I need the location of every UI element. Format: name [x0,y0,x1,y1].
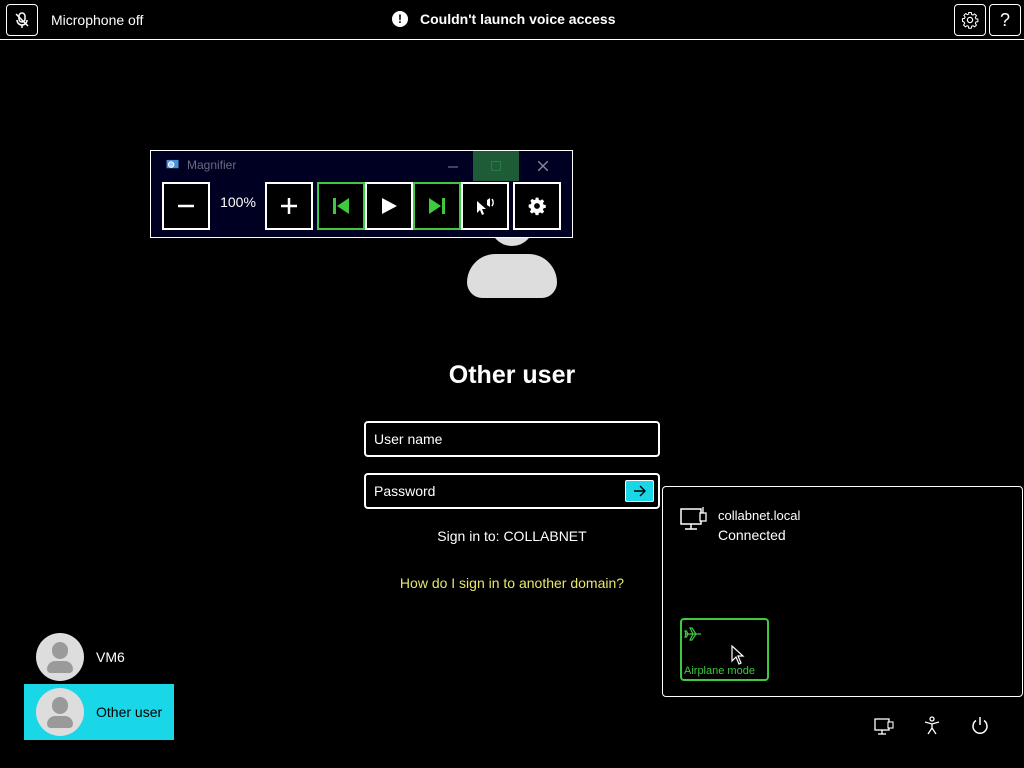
gear-icon [961,11,979,29]
plus-icon [281,198,297,214]
user-item-other-user[interactable]: Other user [24,684,174,740]
microphone-button[interactable] [6,4,38,36]
skip-previous-icon [333,198,349,214]
user-name: VM6 [96,649,125,665]
microphone-off-icon [15,12,29,28]
help-button[interactable]: ? [989,4,1021,36]
read-from-here-button[interactable] [461,182,509,230]
maximize-icon [491,161,501,171]
network-flyout: collabnet.local Connected Airplane mode [662,486,1023,697]
user-name: Other user [96,704,163,720]
microphone-status-label: Microphone off [51,12,144,28]
accessibility-button[interactable] [920,714,944,738]
user-avatar-icon [36,633,84,681]
magnifier-settings-button[interactable] [513,182,561,230]
magnifier-icon [166,159,179,169]
close-icon [538,161,548,171]
page-title: Other user [448,361,576,389]
password-field[interactable] [364,473,660,509]
warning-icon: ! [392,11,408,27]
read-previous-button[interactable] [317,182,365,230]
magnifier-title: Magnifier [187,158,237,172]
play-button[interactable] [365,182,413,230]
zoom-out-button[interactable] [162,182,210,230]
settings-button[interactable] [954,4,986,36]
network-name: collabnet.local [718,508,801,523]
airplane-mode-toggle[interactable]: Airplane mode [680,618,769,681]
read-next-button[interactable] [413,182,461,230]
minimize-icon [448,166,458,168]
voice-access-notice: ! Couldn't launch voice access [392,11,616,27]
arrow-right-icon [633,485,646,497]
network-icon [874,718,894,735]
zoom-level: 100% [220,194,256,210]
magnifier-titlebar: Magnifier [165,158,236,172]
network-icon [680,507,707,530]
network-button[interactable] [872,714,896,738]
notice-text: Couldn't launch voice access [420,11,616,27]
magnifier-minimize-button[interactable] [435,151,471,181]
zoom-in-button[interactable] [265,182,313,230]
accessibility-icon [924,716,940,735]
submit-button[interactable] [625,480,654,502]
play-icon [382,198,397,214]
mouse-cursor-icon [731,645,745,665]
user-avatar-icon [36,688,84,736]
read-aloud-pointer-icon [477,198,494,215]
airplane-icon [684,627,701,641]
username-input[interactable] [374,431,650,447]
magnifier-maximize-button[interactable] [473,151,519,181]
airplane-mode-label: Airplane mode [684,665,755,677]
username-field[interactable] [364,421,660,457]
top-bar: Microphone off ! Couldn't launch voice a… [0,0,1024,40]
gear-icon [528,197,546,216]
power-icon [972,717,988,734]
skip-next-icon [429,198,445,214]
minus-icon [178,204,194,208]
help-icon: ? [999,9,1010,30]
password-input[interactable] [374,483,650,499]
power-button[interactable] [968,714,992,738]
user-item-vm6[interactable]: VM6 [24,629,174,685]
magnifier-close-button[interactable] [525,151,561,181]
magnifier-window: Magnifier 100% [150,150,573,238]
network-status: Connected [718,527,786,543]
